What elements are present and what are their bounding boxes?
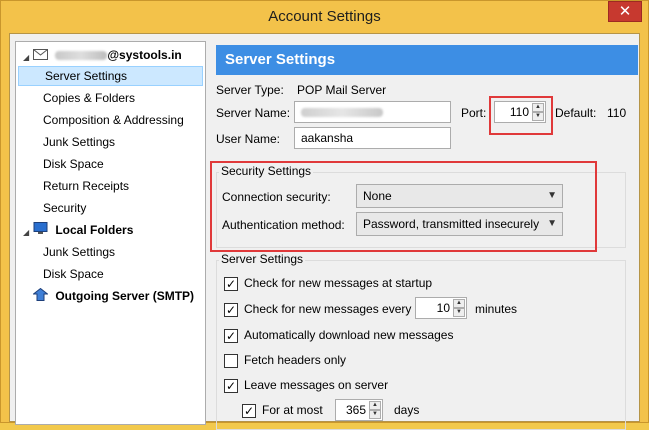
account-tree: ◢ @systools.in Server Settings Copies & … [15,41,206,425]
spin-down-icon[interactable]: ▼ [369,410,381,419]
connection-security-select[interactable]: None ▼ [356,184,563,208]
check-every-checkbox[interactable]: ✓ [224,302,238,317]
user-name-label: User Name: [216,132,281,146]
tree-item-local-junk-settings[interactable]: Junk Settings [43,242,115,262]
minutes-label: minutes [475,302,518,316]
for-at-most-row[interactable]: ✓ For at most [242,402,323,420]
outgoing-server-label: Outgoing Server (SMTP) [55,289,195,303]
fetch-headers-checkbox[interactable] [224,353,238,368]
panel-header: Server Settings [216,45,638,75]
tree-item-composition[interactable]: Composition & Addressing [43,110,184,130]
for-at-most-checkbox[interactable]: ✓ [242,403,256,418]
authentication-method-value: Password, transmitted insecurely [363,217,540,231]
tree-item-copies-folders[interactable]: Copies & Folders [43,88,135,108]
spin-down-icon[interactable]: ▼ [453,308,465,317]
leave-on-server-row[interactable]: ✓ Leave messages on server [224,377,388,395]
server-type-label: Server Type: [216,83,284,97]
mail-account-icon [33,46,48,66]
settings-panel: Server Settings Server Type: POP Mail Se… [213,41,641,430]
check-interval-value: 10 [436,301,450,315]
interval-spinner[interactable]: ▲ ▼ [453,299,465,317]
security-settings-title: Security Settings [219,164,314,178]
days-input[interactable]: 365 ▲ ▼ [335,399,383,421]
tree-item-junk-settings[interactable]: Junk Settings [43,132,115,152]
leave-on-server-checkbox[interactable]: ✓ [224,378,238,393]
auto-download-label: Automatically download new messages [244,328,454,342]
authentication-method-label: Authentication method: [222,218,345,232]
tree-outgoing-server[interactable]: Outgoing Server (SMTP) [32,286,195,307]
days-value: 365 [345,403,366,417]
check-interval-input[interactable]: 10 ▲ ▼ [415,297,467,319]
check-startup-label: Check for new messages at startup [244,276,433,290]
tree-local-folders[interactable]: ◢ Local Folders [19,220,205,240]
account-name-redacted [55,51,108,61]
authentication-method-select[interactable]: Password, transmitted insecurely ▼ [356,212,563,236]
port-spinner[interactable]: ▲ ▼ [532,103,544,121]
account-domain: @systools.in [107,48,182,62]
server-type-value: POP Mail Server [297,83,387,97]
tree-account-root[interactable]: ◢ @systools.in [19,45,205,65]
spin-down-icon[interactable]: ▼ [532,112,544,121]
default-value: 110 [607,106,627,120]
server-name-input[interactable] [294,101,451,123]
check-every-label: Check for new messages every [244,302,412,316]
spin-up-icon[interactable]: ▲ [369,401,381,410]
tree-item-security[interactable]: Security [43,198,86,218]
tree-item-disk-space[interactable]: Disk Space [43,154,104,174]
days-spinner[interactable]: ▲ ▼ [369,401,381,419]
connection-security-value: None [363,189,392,203]
for-at-most-label: For at most [262,403,323,417]
window-title: Account Settings [268,8,381,25]
spin-up-icon[interactable]: ▲ [453,299,465,308]
fetch-headers-row[interactable]: Fetch headers only [224,352,346,370]
local-folders-label: Local Folders [55,223,134,237]
check-startup-row[interactable]: ✓ Check for new messages at startup [224,275,432,293]
server-name-label: Server Name: [216,106,291,120]
fetch-headers-label: Fetch headers only [244,353,347,367]
server-name-redacted [301,108,383,118]
port-label: Port: [461,106,487,120]
close-button[interactable]: ✕ [608,1,642,22]
leave-on-server-label: Leave messages on server [244,378,389,392]
connection-security-label: Connection security: [222,190,331,204]
tree-item-local-disk-space[interactable]: Disk Space [43,264,104,284]
server-settings-title: Server Settings [219,252,306,266]
auto-download-checkbox[interactable]: ✓ [224,328,238,343]
computer-icon [33,221,48,241]
chevron-down-icon: ▼ [547,218,557,229]
chevron-down-icon: ▼ [547,190,557,201]
collapse-icon[interactable]: ◢ [23,48,32,62]
auto-download-row[interactable]: ✓ Automatically download new messages [224,327,453,345]
tree-item-server-settings[interactable]: Server Settings [18,66,203,86]
collapse-icon[interactable]: ◢ [23,223,32,237]
check-startup-checkbox[interactable]: ✓ [224,276,238,291]
user-name-input[interactable]: aakansha [294,127,451,149]
outgoing-server-icon [32,287,49,307]
check-every-row[interactable]: ✓ Check for new messages every [224,301,411,319]
days-label: days [394,403,420,417]
port-value: 110 [509,105,529,119]
tree-item-return-receipts[interactable]: Return Receipts [43,176,129,196]
default-label: Default: [555,106,597,120]
port-input[interactable]: 110 ▲ ▼ [494,101,546,123]
spin-up-icon[interactable]: ▲ [532,103,544,112]
account-settings-window: Account Settings ✕ ◢ @systools.in Server… [0,0,649,430]
